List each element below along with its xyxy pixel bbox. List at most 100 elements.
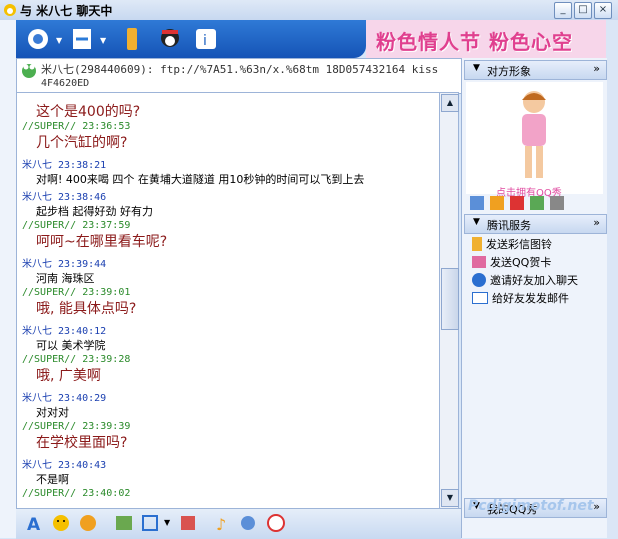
image-icon[interactable] (114, 513, 134, 533)
message-text: 起步档 起得好劲 好有力 (36, 205, 153, 218)
double-chevron-icon[interactable]: » (593, 62, 600, 75)
message-header: //SUPER// 23:39:39 (22, 421, 131, 432)
chevron-down-icon[interactable]: ▼ (100, 36, 106, 45)
message-text: 不是啊 (36, 473, 69, 486)
window-left-edge (0, 20, 16, 538)
penguin-icon[interactable] (156, 25, 184, 53)
title-bar: 与 米八七 聊天中 _ □ × (0, 0, 618, 21)
card-icon (472, 256, 486, 268)
magic-face-icon[interactable] (78, 513, 98, 533)
search-icon[interactable] (266, 513, 286, 533)
section-tencent-services[interactable]: ▼ 腾讯服务 » (464, 214, 607, 234)
message-header: //SUPER// 23:39:01 (22, 287, 131, 298)
triangle-down-icon: ▼ (473, 63, 480, 73)
chat-message: //SUPER// 23:39:39 在学校里面吗? (22, 421, 130, 452)
info-icon[interactable]: i (192, 25, 220, 53)
house-icon[interactable] (530, 196, 544, 210)
message-header: //SUPER// 23:37:59 (22, 220, 131, 231)
message-header: 米八七 23:40:43 (22, 460, 107, 471)
section-partner-avatar[interactable]: ▼ 对方形象 » (464, 60, 607, 80)
service-item-mail[interactable]: 给好友发发邮件 (472, 290, 569, 306)
message-header: 米八七 23:39:44 (22, 259, 107, 270)
message-text: 哦, 广美啊 (36, 368, 101, 384)
minimize-button[interactable]: _ (554, 2, 572, 19)
chat-scrollbar[interactable]: ▲ ▼ (439, 92, 459, 509)
triangle-down-icon: ▼ (473, 217, 480, 227)
service-item-invite[interactable]: 邀请好友加入聊天 (472, 272, 578, 288)
message-text: 这个是400的吗? (36, 104, 141, 120)
chat-message: 米八七 23:39:44 河南 海珠区 (22, 255, 106, 286)
mail-icon (472, 292, 488, 304)
contact-info-line2: 4F4620ED (41, 78, 90, 89)
maximize-button[interactable]: □ (574, 2, 592, 19)
chat-message: //SUPER// 23:37:59 呵呵~在哪里看车呢? (22, 220, 167, 251)
chat-message: //SUPER// 23:39:28 哦, 广美啊 (22, 354, 130, 385)
voice-icon[interactable] (24, 25, 52, 53)
book-icon[interactable] (490, 196, 504, 210)
chat-message: 米八七 23:40:12 可以 美术学院 (22, 322, 106, 353)
svg-text:i: i (203, 33, 207, 49)
home-icon[interactable] (178, 513, 198, 533)
message-text: 呵呵~在哪里看车呢? (36, 234, 168, 250)
mobile-phone-icon[interactable] (118, 25, 146, 53)
contact-header: 米八七(298440609): ftp://%7A51.%63n/x.%68tm… (16, 58, 463, 94)
message-text: 河南 海珠区 (36, 272, 95, 285)
qq-logo-icon (4, 4, 16, 16)
avatar-figure-icon (522, 91, 546, 178)
chat-message: 米八七 23:38:21 对啊! 400来喝 四个 在黄埔大道隧道 用10秒钟的时… (22, 156, 364, 187)
chat-message: //SUPER// 23:36:53 几个汽缸的啊? (22, 121, 130, 152)
message-header: 米八七 23:38:46 (22, 192, 107, 203)
message-text: 对对对 (36, 406, 69, 419)
message-text: 可以 美术学院 (36, 339, 106, 352)
double-chevron-icon[interactable]: » (593, 216, 600, 229)
send-file-icon[interactable] (68, 25, 96, 53)
section-title: 腾讯服务 (487, 219, 531, 232)
emoticon-icon[interactable] (51, 513, 71, 533)
avatar-tools (470, 196, 564, 210)
partial-message: 这个是400的吗? (22, 101, 140, 121)
main-toolbar: ▼ ▼ i (16, 20, 366, 58)
phone-icon (472, 237, 482, 251)
qq-show-avatar[interactable]: 点击拥有QQ秀 (466, 82, 603, 199)
message-header: //SUPER// 23:36:53 (22, 121, 131, 132)
input-toolbar: A ▼ ♪ (16, 508, 461, 539)
tools-icon[interactable] (550, 196, 564, 210)
chat-message: //SUPER// 23:40:02 (22, 488, 130, 499)
chat-message: 米八七 23:38:46 起步档 起得好劲 好有力 (22, 188, 153, 219)
banner-text: 粉色情人节 粉色心空 (376, 30, 573, 54)
close-button[interactable]: × (594, 2, 612, 19)
message-header: 米八七 23:40:29 (22, 393, 107, 404)
section-title: 对方形象 (487, 65, 531, 78)
contact-info: 米八七(298440609): ftp://%7A51.%63n/x.%68tm… (41, 63, 439, 76)
chat-history[interactable]: 这个是400的吗? //SUPER// 23:36:53 几个汽缸的啊? 米八七 2… (16, 92, 441, 509)
chat-message: 米八七 23:40:43 不是啊 (22, 456, 106, 487)
camera-icon[interactable] (510, 196, 524, 210)
chat-scene-icon[interactable] (238, 513, 258, 533)
scroll-up-button[interactable]: ▲ (441, 94, 459, 112)
valentine-banner[interactable]: 粉色情人节 粉色心空 (366, 20, 606, 58)
message-header: //SUPER// 23:39:28 (22, 354, 131, 365)
message-header: 米八七 23:38:21 (22, 160, 107, 171)
font-icon[interactable]: A (24, 513, 44, 533)
screenshot-icon[interactable] (140, 513, 160, 533)
music-icon[interactable]: ♪ (212, 513, 232, 533)
svg-text:A: A (27, 515, 41, 533)
scroll-down-button[interactable]: ▼ (441, 489, 459, 507)
chat-message: //SUPER// 23:39:01 哦, 能具体点吗? (22, 287, 136, 318)
service-item-mms[interactable]: 发送彩信图铃 (472, 236, 552, 252)
message-text: 对啊! 400来喝 四个 在黄埔大道隧道 用10秒钟的时间可以飞到上去 (36, 173, 365, 186)
message-header: 米八七 23:40:12 (22, 326, 107, 337)
double-chevron-icon[interactable]: » (593, 500, 600, 513)
frog-avatar-icon (22, 64, 36, 78)
service-item-card[interactable]: 发送QQ贺卡 (472, 254, 551, 270)
invite-icon (472, 273, 486, 287)
chat-message: 米八七 23:40:29 对对对 (22, 389, 106, 420)
site-watermark: Pcdigimotof.net (468, 498, 594, 514)
svg-text:♪: ♪ (216, 515, 226, 533)
chevron-down-icon[interactable]: ▼ (56, 36, 62, 45)
chevron-down-icon[interactable]: ▼ (164, 518, 170, 527)
message-text: 哦, 能具体点吗? (36, 301, 137, 317)
scroll-thumb[interactable] (441, 268, 459, 330)
window-title: 与 米八七 聊天中 (20, 4, 113, 18)
scroll-icon[interactable] (470, 196, 484, 210)
